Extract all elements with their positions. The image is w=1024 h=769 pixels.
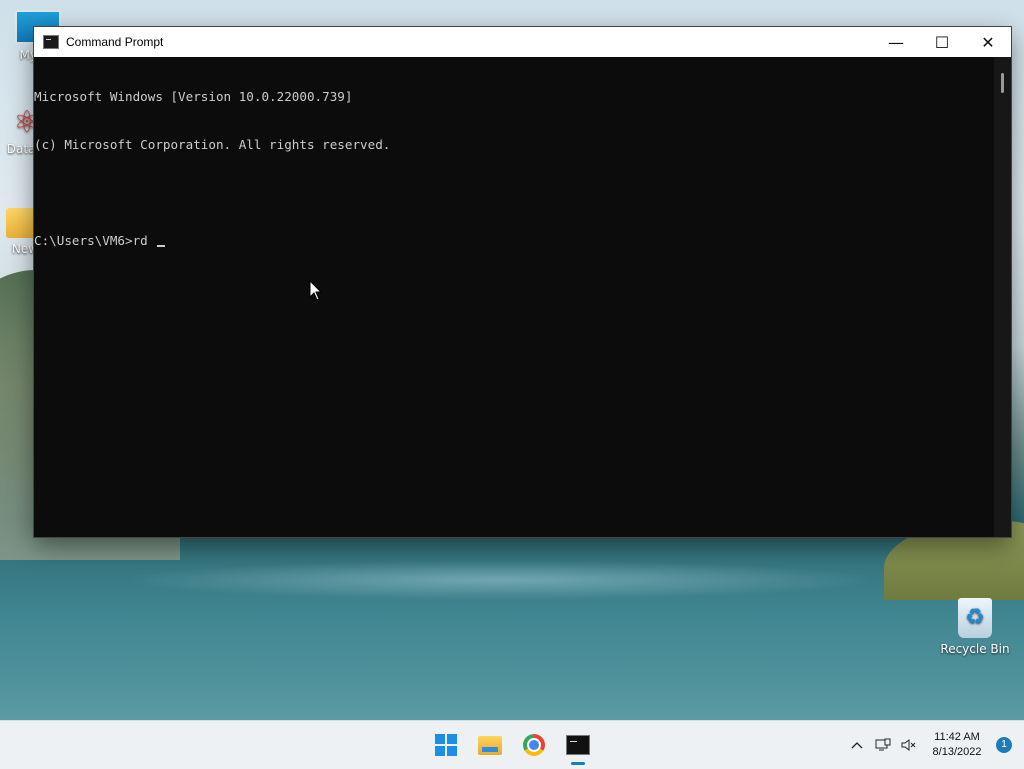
scrollbar-thumb[interactable] bbox=[1001, 73, 1004, 93]
maximize-button[interactable]: ☐ bbox=[919, 27, 965, 57]
notification-badge[interactable]: 1 bbox=[996, 737, 1012, 753]
taskbar: 11:42 AM 8/13/2022 1 bbox=[0, 720, 1024, 769]
taskbar-file-explorer[interactable] bbox=[468, 721, 512, 769]
start-button[interactable] bbox=[424, 721, 468, 769]
console-line: Microsoft Windows [Version 10.0.22000.73… bbox=[34, 89, 353, 104]
clock-time: 11:42 AM bbox=[934, 731, 980, 743]
clock[interactable]: 11:42 AM 8/13/2022 bbox=[922, 730, 992, 760]
cmd-icon bbox=[43, 35, 59, 49]
file-explorer-icon bbox=[478, 735, 502, 755]
console-prompt-line[interactable]: C:\Users\VM6>rd bbox=[34, 233, 994, 249]
window-title: Command Prompt bbox=[66, 35, 164, 49]
taskbar-apps bbox=[424, 721, 600, 769]
clock-date: 8/13/2022 bbox=[932, 746, 982, 758]
wallpaper-lake bbox=[120, 560, 880, 600]
minimize-button[interactable]: — bbox=[873, 27, 919, 57]
text-cursor bbox=[157, 245, 166, 247]
volume-muted-icon[interactable] bbox=[896, 721, 922, 769]
window-titlebar[interactable]: Command Prompt — ☐ ✕ bbox=[34, 27, 1011, 57]
close-button[interactable]: ✕ bbox=[965, 27, 1011, 57]
vertical-scrollbar[interactable] bbox=[994, 57, 1011, 537]
desktop-icon-recycle-bin[interactable]: ♻ Recycle Bin bbox=[940, 598, 1010, 656]
system-tray: 11:42 AM 8/13/2022 1 bbox=[844, 721, 1024, 769]
network-icon[interactable] bbox=[870, 721, 896, 769]
console-output[interactable]: Microsoft Windows [Version 10.0.22000.73… bbox=[34, 57, 994, 537]
chevron-up-icon[interactable] bbox=[844, 721, 870, 769]
windows-start-icon bbox=[435, 734, 457, 756]
command-prompt-window[interactable]: Command Prompt — ☐ ✕ Microsoft Windows [… bbox=[34, 27, 1011, 537]
taskbar-chrome[interactable] bbox=[512, 721, 556, 769]
console-line: (c) Microsoft Corporation. All rights re… bbox=[34, 137, 391, 152]
window-controls: — ☐ ✕ bbox=[873, 27, 1011, 57]
desktop-icon-label: Recycle Bin bbox=[940, 642, 1010, 656]
chrome-icon bbox=[523, 734, 545, 756]
cmd-icon bbox=[566, 735, 590, 755]
console-prompt: C:\Users\VM6>rd bbox=[34, 233, 156, 248]
mouse-pointer-icon bbox=[309, 280, 323, 301]
taskbar-command-prompt[interactable] bbox=[556, 721, 600, 769]
recycle-bin-icon: ♻ bbox=[958, 598, 992, 638]
